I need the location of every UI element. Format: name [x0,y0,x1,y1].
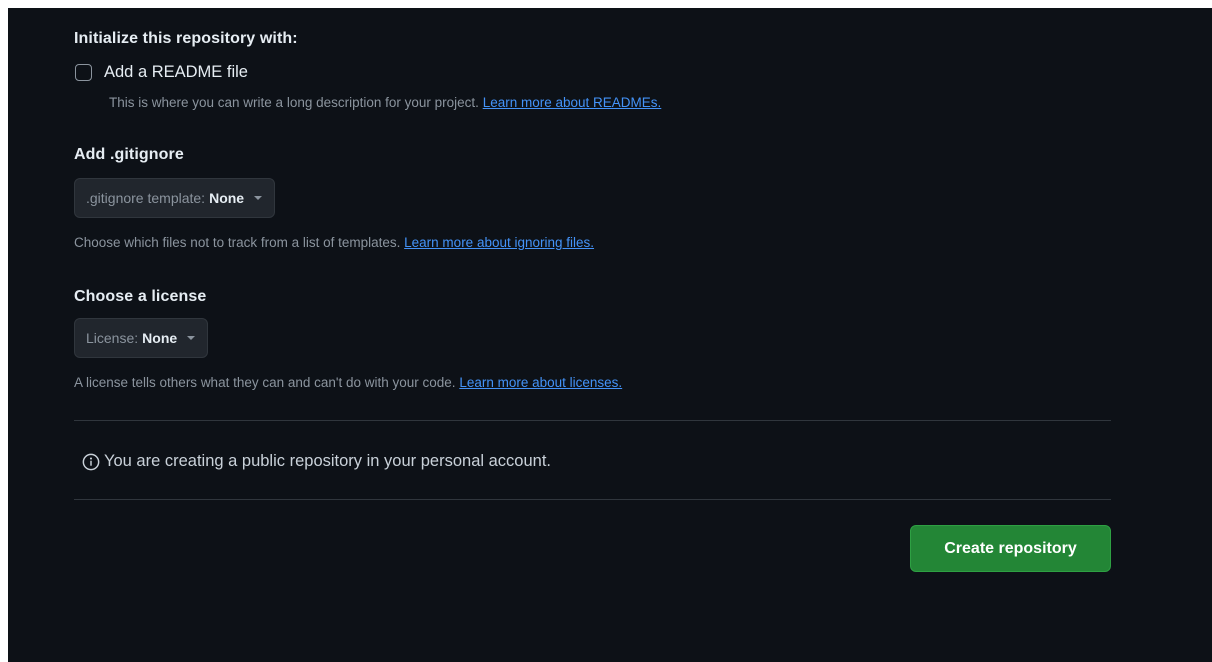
gitignore-dropdown-value: None [209,190,245,206]
gitignore-help: Choose which files not to track from a l… [74,235,594,250]
caret-down-icon [187,336,196,340]
gitignore-dropdown-prefix: .gitignore template: [86,190,206,206]
public-repo-notice: You are creating a public repository in … [82,452,551,471]
repo-init-panel: Initialize this repository with: Add a R… [8,8,1212,662]
info-icon [82,453,100,470]
license-dropdown-prefix: License: [86,330,139,346]
readme-checkbox-label[interactable]: Add a README file [104,63,248,82]
section-divider [74,420,1111,421]
gitignore-learn-more-link[interactable]: Learn more about ignoring files. [404,235,594,250]
public-repo-notice-text: You are creating a public repository in … [104,452,551,470]
caret-down-icon [254,196,263,200]
license-help: A license tells others what they can and… [74,375,622,390]
section-divider [74,499,1111,500]
readme-checkbox[interactable] [75,64,92,81]
license-section-title: Choose a license [74,288,207,305]
license-dropdown[interactable]: License: None [74,318,209,358]
license-learn-more-link[interactable]: Learn more about licenses. [459,375,622,390]
gitignore-section-title: Add .gitignore [74,146,184,163]
gitignore-template-dropdown[interactable]: .gitignore template: None [74,178,276,218]
readme-checkbox-row[interactable]: Add a README file [75,63,248,82]
license-dropdown-value: None [142,330,178,346]
license-help-text: A license tells others what they can and… [74,375,456,390]
create-repository-button[interactable]: Create repository [910,525,1111,572]
gitignore-help-text: Choose which files not to track from a l… [74,235,401,250]
readme-help: This is where you can write a long descr… [109,95,661,110]
readme-help-text: This is where you can write a long descr… [109,95,479,110]
initialize-section-title: Initialize this repository with: [74,30,298,47]
readme-learn-more-link[interactable]: Learn more about READMEs. [483,95,662,110]
